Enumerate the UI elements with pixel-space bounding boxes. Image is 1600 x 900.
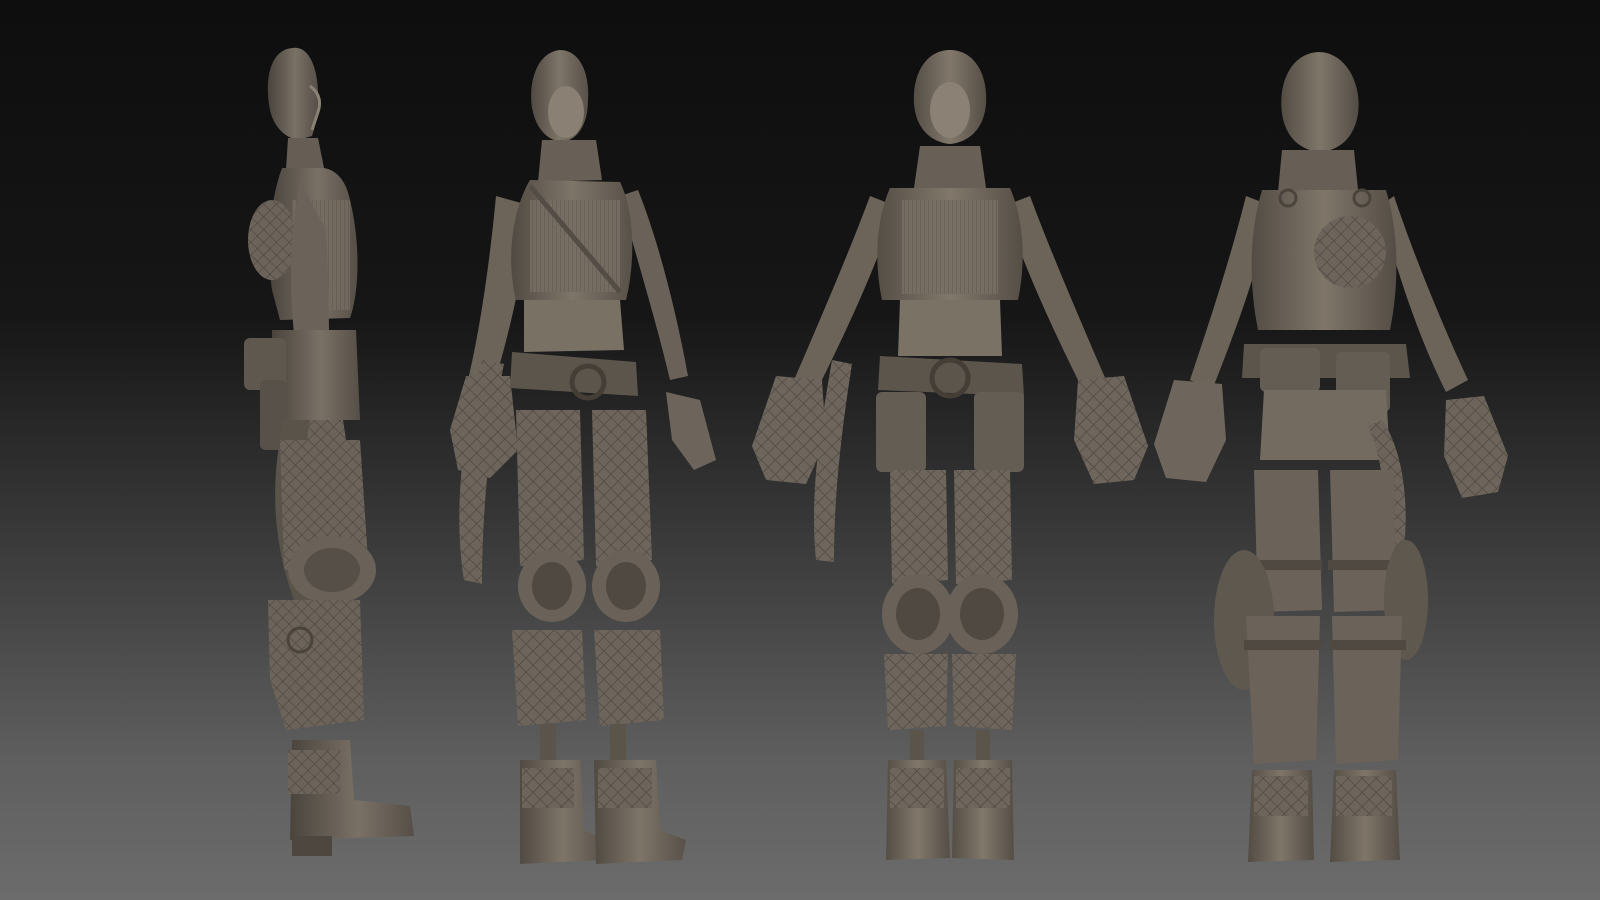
three-quarter-sculpt — [450, 50, 716, 864]
figure-front-view — [740, 0, 1160, 900]
back-view-sculpt — [1154, 52, 1508, 862]
figure-three-quarter-view — [420, 0, 760, 900]
turnaround-stage — [0, 0, 1600, 900]
front-view-sculpt — [752, 50, 1148, 860]
figure-back-view — [1150, 0, 1530, 900]
